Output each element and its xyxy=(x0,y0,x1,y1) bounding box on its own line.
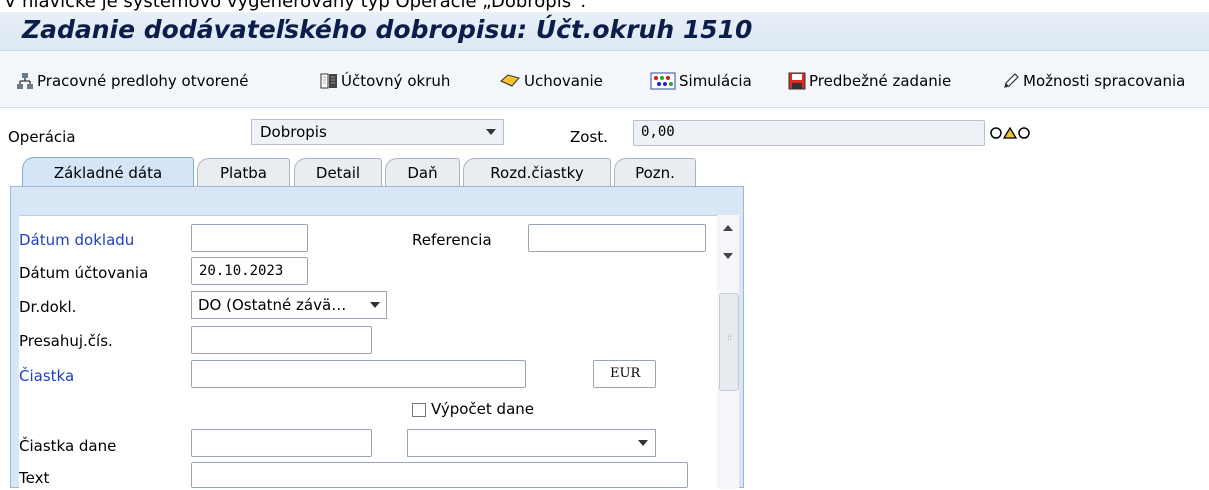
scroll-down-icon[interactable] xyxy=(723,253,733,259)
document-date-label: Dátum dokladu xyxy=(19,231,135,249)
tax-amount-label: Čiastka dane xyxy=(19,437,117,455)
balance-field: 0,00 xyxy=(633,120,985,146)
scroll-thumb[interactable]: ⁞⁞ xyxy=(719,293,739,391)
tab-notes[interactable]: Pozn. xyxy=(614,158,696,186)
hold-label: Uchovanie xyxy=(524,72,603,90)
tab-label: Pozn. xyxy=(635,163,675,182)
operation-label: Operácia xyxy=(8,128,76,146)
reference-label: Referencia xyxy=(412,231,492,249)
tab-label: Základné dáta xyxy=(53,163,163,182)
text-label: Text xyxy=(19,469,50,487)
tree-structure-icon xyxy=(17,73,33,89)
reference-input[interactable] xyxy=(528,224,706,252)
tab-payment[interactable]: Platba xyxy=(197,158,290,186)
tab-strip: Základné dáta Platba Detail Daň Rozd.čia… xyxy=(10,157,745,188)
company-code-button[interactable]: Účtovný okruh xyxy=(320,69,450,93)
amount-label: Čiastka xyxy=(19,367,75,385)
simulate-button[interactable]: Simulácia xyxy=(650,69,752,93)
grip-icon: ⁞⁞ xyxy=(727,333,733,342)
calculate-tax-label: Výpočet dane xyxy=(431,400,535,418)
calculate-tax-checkbox[interactable] xyxy=(412,403,426,417)
simulation-icon xyxy=(650,72,676,90)
chevron-down-icon xyxy=(370,302,380,308)
cross-cc-number-input[interactable] xyxy=(191,326,372,354)
document-date-input[interactable] xyxy=(191,224,308,252)
fragment-text: V hlavičke je systémovo vygenerovaný typ… xyxy=(4,0,587,12)
tab-label: Daň xyxy=(407,163,438,182)
tab-basic-data[interactable]: Základné dáta xyxy=(22,157,194,187)
tab-label: Platba xyxy=(220,163,267,182)
cross-cc-number-label: Presahuj.čís. xyxy=(19,332,113,350)
posting-date-label: Dátum účtovania xyxy=(19,264,149,282)
options-button[interactable]: Možnosti spracovania xyxy=(1002,69,1185,93)
tax-amount-input[interactable] xyxy=(191,429,372,457)
document-type-label: Dr.dokl. xyxy=(19,298,77,316)
tab-withholding[interactable]: Rozd.čiastky xyxy=(463,158,611,186)
simulate-label: Simulácia xyxy=(679,72,752,90)
save-icon xyxy=(788,72,806,90)
chevron-down-icon xyxy=(638,440,648,446)
balance-label: Zost. xyxy=(570,128,608,146)
currency-input[interactable]: EUR xyxy=(593,360,656,388)
document-type-value: DO (Ostatné závä… xyxy=(198,296,347,314)
tab-label: Rozd.čiastky xyxy=(490,163,584,182)
pencil-icon xyxy=(1004,73,1019,88)
options-label: Možnosti spracovania xyxy=(1023,72,1186,90)
vertical-scrollbar[interactable]: ⁞⁞ xyxy=(717,215,739,489)
park-label: Predbežné zadanie xyxy=(809,72,952,90)
tax-code-select[interactable] xyxy=(407,429,656,457)
worklist-label: Pracovné predlohy otvorené xyxy=(37,72,249,90)
company-code-label: Účtovný okruh xyxy=(341,72,451,90)
operation-value: Dobropis xyxy=(260,123,327,141)
document-type-select[interactable]: DO (Ostatné závä… xyxy=(191,291,387,319)
previous-text-fragment: V hlavičke je systémovo vygenerovaný typ… xyxy=(0,0,1209,12)
chevron-down-icon xyxy=(486,129,496,135)
hold-button[interactable]: Uchovanie xyxy=(499,69,603,93)
status-lights-icon xyxy=(990,126,1030,139)
book-icon xyxy=(320,73,337,89)
tab-detail[interactable]: Detail xyxy=(294,158,382,186)
park-button[interactable]: Predbežné zadanie xyxy=(788,69,951,93)
tab-label: Detail xyxy=(315,163,361,182)
tab-tax[interactable]: Daň xyxy=(385,158,460,186)
scroll-up-icon[interactable] xyxy=(723,225,733,231)
text-input[interactable] xyxy=(191,462,688,488)
amount-input[interactable] xyxy=(191,360,526,388)
application-toolbar: Pracovné predlohy otvorené Účtovný okruh… xyxy=(0,51,1209,108)
title-bar: Zadanie dodávateľského dobropisu: Účt.ok… xyxy=(0,12,1209,51)
posting-date-input[interactable]: 20.10.2023 xyxy=(191,257,308,285)
page-title: Zadanie dodávateľského dobropisu: Účt.ok… xyxy=(22,15,753,44)
operation-select[interactable]: Dobropis xyxy=(251,119,504,145)
hold-icon xyxy=(500,74,520,87)
worklist-button[interactable]: Pracovné predlohy otvorené xyxy=(16,69,248,93)
